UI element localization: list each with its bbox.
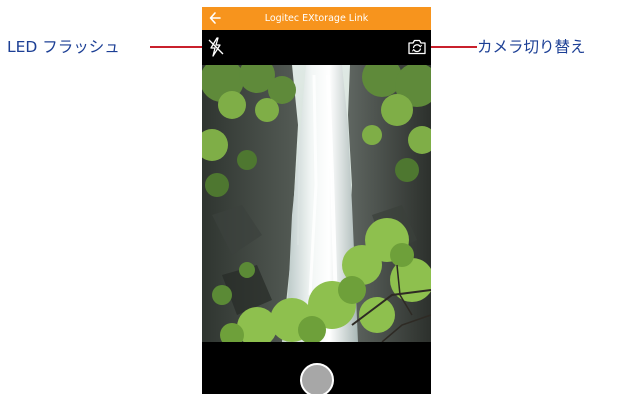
shutter-button-icon[interactable] [300,363,334,394]
camera-toolbar [202,30,431,65]
waterfall-scene-image [202,65,431,342]
camera-viewfinder [202,65,431,342]
flash-off-icon[interactable] [206,36,226,58]
callout-camera-switch-line [427,46,477,48]
phone-screen: Logitec EXtorage Link [202,7,431,394]
callout-camera-switch-label: カメラ切り替え [477,38,586,56]
app-title: Logitec EXtorage Link [264,13,369,24]
camera-bottom-bar [202,342,431,394]
callout-led-flash-line [150,46,206,48]
app-bar: Logitec EXtorage Link [202,7,431,30]
camera-switch-icon[interactable] [407,38,427,56]
callout-led-flash-label: LED フラッシュ [7,38,120,56]
